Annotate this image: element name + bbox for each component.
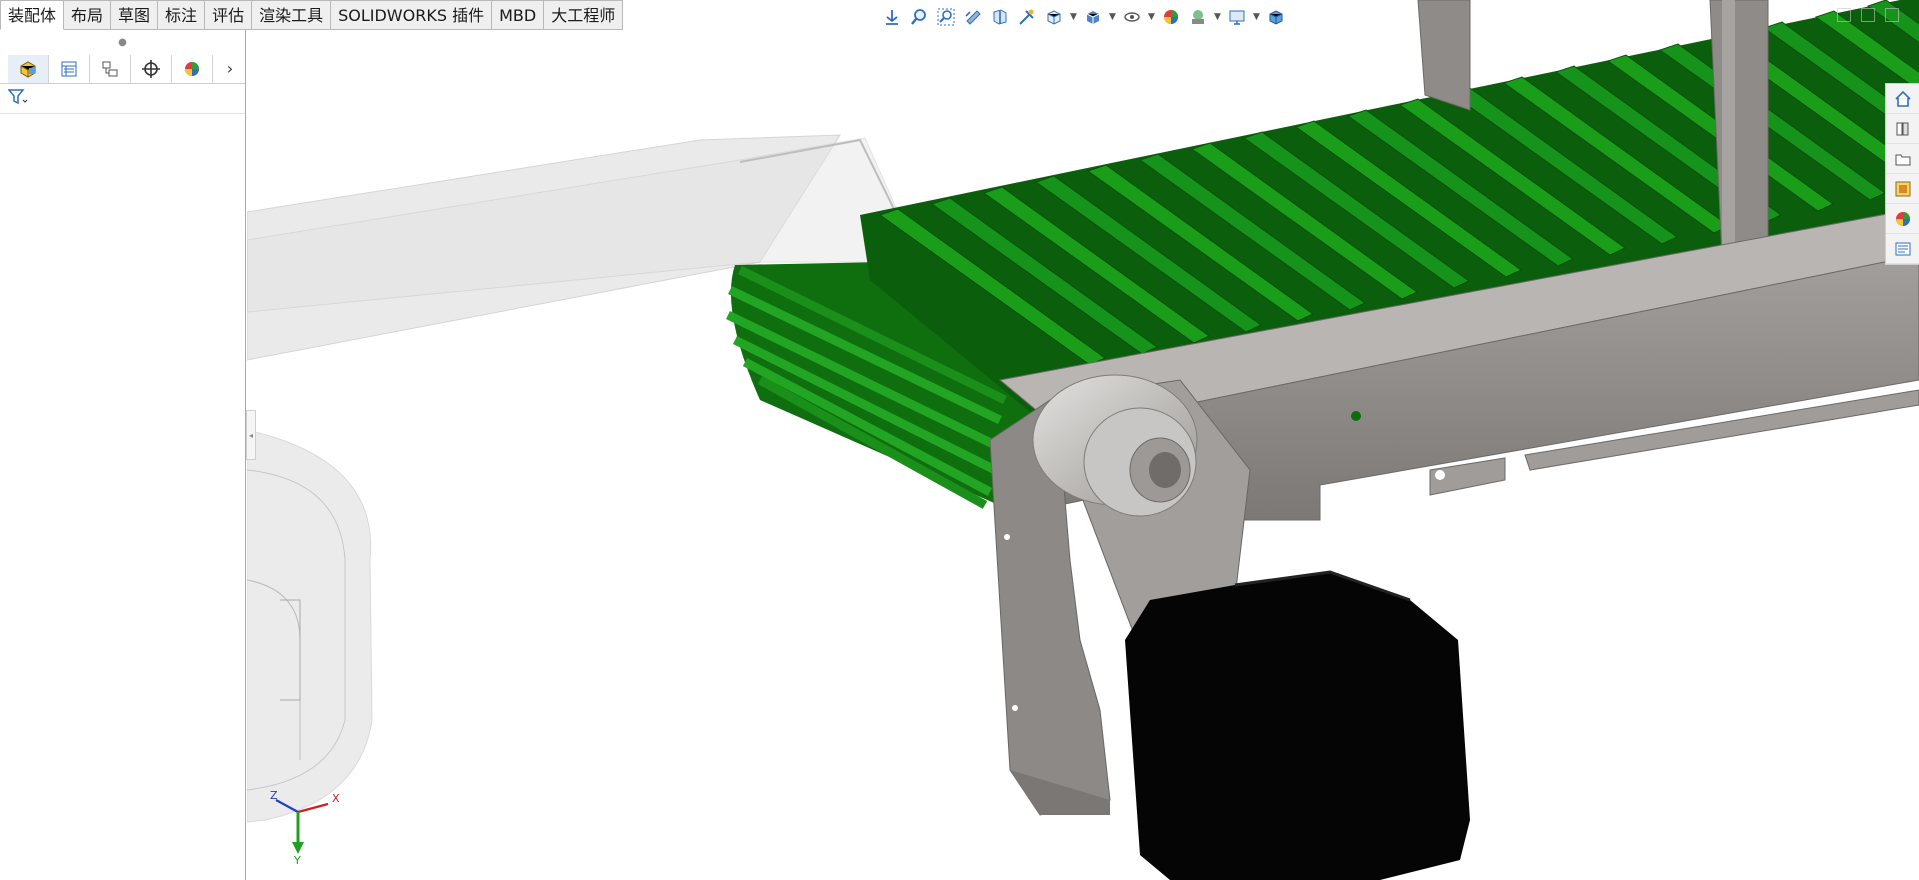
window-controls [1837, 8, 1899, 22]
apply-scene-dropdown-icon[interactable]: ▼ [1213, 5, 1222, 29]
section-view-icon[interactable] [988, 5, 1012, 29]
display-style-icon[interactable] [1081, 5, 1105, 29]
feature-manager-panel: ● › [0, 30, 246, 880]
custom-properties-icon[interactable] [1886, 234, 1919, 264]
display-style-dropdown-icon[interactable]: ▼ [1108, 5, 1117, 29]
tab-3[interactable]: 标注 [158, 0, 206, 30]
previous-view-icon[interactable] [961, 5, 985, 29]
filter-row [0, 84, 245, 114]
design-library-icon[interactable] [1886, 114, 1919, 144]
home-icon[interactable] [1886, 84, 1919, 114]
hide-show-items-icon[interactable] [1120, 5, 1144, 29]
property-manager-icon[interactable] [49, 54, 90, 83]
feature-manager-icon[interactable] [8, 54, 49, 83]
view-settings-dropdown-icon[interactable]: ▼ [1252, 5, 1261, 29]
tab-6[interactable]: SOLIDWORKS 插件 [331, 0, 493, 30]
file-explorer-icon[interactable] [1886, 144, 1919, 174]
appearances-icon[interactable] [1886, 204, 1919, 234]
more-tabs-button[interactable]: › [215, 55, 245, 83]
view-palette-icon[interactable] [1886, 174, 1919, 204]
window-close-icon[interactable] [1885, 8, 1899, 22]
display-manager-icon[interactable] [172, 54, 213, 83]
tab-4[interactable]: 评估 [205, 0, 253, 30]
tab-5[interactable]: 渲染工具 [252, 0, 332, 30]
manager-tabs: › [0, 54, 245, 84]
transparent-gear-housing [247, 429, 373, 823]
dimxpert-icon[interactable] [131, 54, 172, 83]
triad-x-label: X [332, 792, 340, 805]
window-tile-icon[interactable] [1861, 8, 1875, 22]
triad-z-label: Z [270, 790, 278, 802]
command-manager-tabs: 装配体 布局 草图 标注 评估 渲染工具 SOLIDWORKS 插件 MBD 大工程师 [0, 0, 624, 30]
graphics-area[interactable] [247, 0, 1919, 880]
task-pane-tabs [1885, 83, 1919, 265]
3d-view-icon[interactable] [1264, 5, 1288, 29]
apply-scene-icon[interactable] [1186, 5, 1210, 29]
view-orientation-icon[interactable] [880, 5, 904, 29]
tab-2[interactable]: 草图 [111, 0, 159, 30]
edit-appearance-icon[interactable] [1159, 5, 1183, 29]
tab-8[interactable]: 大工程师 [544, 0, 624, 30]
view-orientation-dropdown-icon[interactable]: ▼ [1069, 5, 1078, 29]
configuration-manager-icon[interactable] [90, 54, 131, 83]
stepper-motor [1125, 570, 1470, 880]
tab-7[interactable]: MBD [492, 0, 545, 30]
panel-grip[interactable]: ● [0, 30, 245, 54]
tab-1[interactable]: 布局 [64, 0, 112, 30]
coordinate-triad: X Z Y [270, 790, 340, 865]
window-restore-icon[interactable] [1837, 8, 1851, 22]
filter-icon[interactable] [7, 88, 28, 110]
view-orientation-cube-icon[interactable] [1042, 5, 1066, 29]
heads-up-view-toolbar: ▼ ▼ ▼ ▼ ▼ [880, 4, 1288, 30]
hide-show-dropdown-icon[interactable]: ▼ [1147, 5, 1156, 29]
zoom-to-fit-icon[interactable] [907, 5, 931, 29]
dynamic-annotation-icon[interactable] [1015, 5, 1039, 29]
triad-y-label: Y [293, 854, 301, 865]
tab-0[interactable]: 装配体 [0, 0, 65, 30]
zoom-to-area-icon[interactable] [934, 5, 958, 29]
panel-splitter[interactable]: ◂ [246, 410, 256, 460]
view-settings-icon[interactable] [1225, 5, 1249, 29]
